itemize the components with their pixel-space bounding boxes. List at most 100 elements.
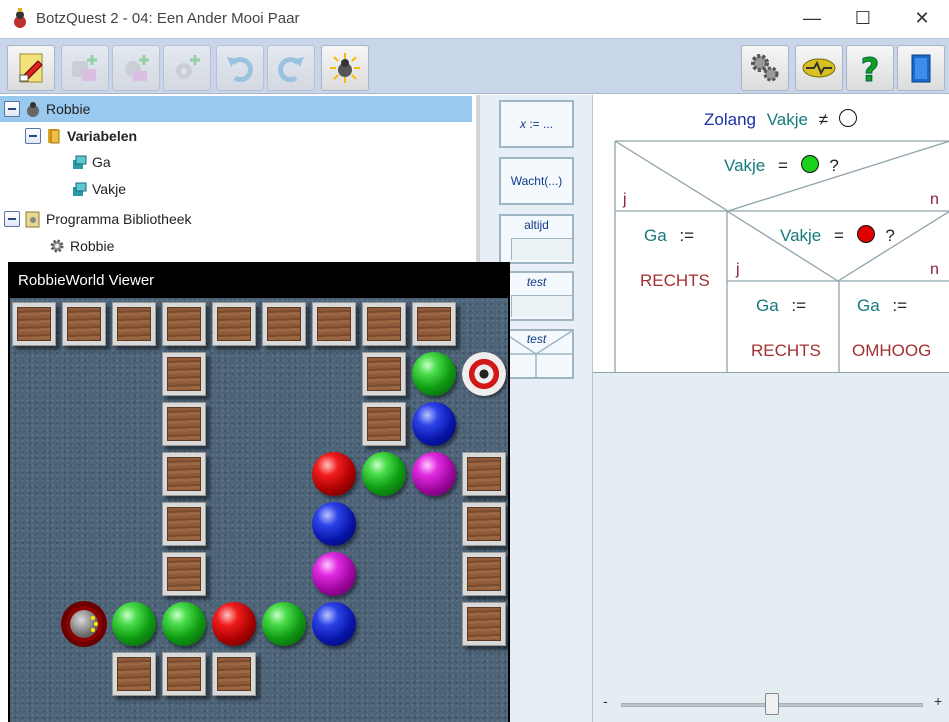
assign-operator: :=: [679, 226, 695, 245]
green-ball: [412, 352, 456, 396]
red-ball: [312, 452, 356, 496]
tree-item-programma-bibliotheek[interactable]: Programma Bibliotheek: [4, 206, 192, 232]
yes-label: j: [736, 261, 740, 278]
assign-ga-rechts-1[interactable]: Ga :=: [644, 226, 694, 246]
add-robot-icon: [72, 55, 97, 81]
add-procedure-button[interactable]: [112, 45, 160, 91]
settings-button[interactable]: [741, 45, 789, 91]
robbieworld-board: [10, 298, 508, 722]
assign-variable: Ga: [857, 296, 880, 315]
assign-ga-rechts-2[interactable]: Ga :=: [756, 296, 806, 316]
wall-tile: [462, 602, 506, 646]
library-icon: [24, 210, 42, 228]
wall-tile: [112, 302, 156, 346]
zoom-in-label[interactable]: +: [934, 693, 942, 709]
app-logo-icon: [14, 8, 26, 28]
assign-ga-omhoog[interactable]: Ga :=: [857, 296, 907, 316]
condition-question: ?: [829, 156, 839, 175]
zoom-slider-thumb[interactable]: [765, 693, 779, 715]
add-robot-button[interactable]: [61, 45, 109, 91]
condition-variable: Vakje: [724, 156, 766, 175]
tree-item-ga[interactable]: Ga: [70, 149, 111, 175]
assign-op-label: := ...: [529, 117, 554, 131]
while-loop-block[interactable]: test: [499, 271, 574, 321]
wall-tile: [162, 652, 206, 696]
botzquest-app: BotzQuest 2 - 04: Een Ander Mooi Paar — …: [0, 0, 949, 722]
wall-tile: [12, 302, 56, 346]
tree-item-robbie[interactable]: Robbie: [0, 96, 472, 122]
run-button[interactable]: [321, 45, 369, 91]
exit-button[interactable]: [897, 45, 945, 91]
assign-var-label: x: [519, 117, 526, 131]
collapse-toggle[interactable]: [4, 211, 20, 227]
wall-tile: [212, 302, 256, 346]
wall-tile: [362, 352, 406, 396]
undo-button[interactable]: [216, 45, 264, 91]
add-function-icon: [176, 55, 200, 79]
tree-item-vakje[interactable]: Vakje: [70, 176, 126, 202]
title-bar: BotzQuest 2 - 04: Een Ander Mooi Paar — …: [0, 0, 949, 38]
redo-button[interactable]: [267, 45, 315, 91]
wall-tile: [62, 302, 106, 346]
assign-value: OMHOOG: [852, 341, 932, 360]
condition-green[interactable]: Vakje = ?: [724, 155, 839, 176]
assign-operator: :=: [892, 296, 908, 315]
minimize-button[interactable]: —: [787, 0, 837, 36]
help-button[interactable]: ?: [846, 45, 894, 91]
zoom-out-label[interactable]: -: [603, 693, 608, 709]
svg-text:?: ?: [861, 51, 880, 85]
blue-ball: [412, 402, 456, 446]
wall-tile: [162, 402, 206, 446]
no-label: n: [930, 191, 939, 208]
collapse-toggle[interactable]: [4, 101, 20, 117]
wall-tile: [462, 502, 506, 546]
close-button[interactable]: ✕: [897, 0, 947, 36]
tree-item-label: Variabelen: [67, 128, 138, 144]
assign-statement-block[interactable]: x := ...: [499, 100, 574, 148]
variable-icon: [70, 180, 88, 198]
no-label: n: [930, 261, 939, 278]
red-color-dot: [856, 225, 875, 243]
robot-library-button[interactable]: [795, 45, 843, 91]
exit-icon: [911, 54, 931, 83]
assign-operator: :=: [791, 296, 807, 315]
wall-tile: [362, 402, 406, 446]
blue-ball: [312, 502, 356, 546]
redo-icon: [278, 57, 304, 83]
program-tree: Robbie Variabelen Ga Vakje Programma Bib…: [0, 95, 476, 265]
target-icon: [462, 352, 506, 396]
if-statement-block[interactable]: test: [499, 329, 574, 379]
gear-icon: [48, 237, 66, 255]
assign-variable: Ga: [644, 226, 667, 245]
undo-icon: [227, 57, 253, 83]
wait-statement-block[interactable]: Wacht(...): [499, 157, 574, 205]
tree-item-variabelen[interactable]: Variabelen: [25, 123, 137, 149]
collapse-toggle[interactable]: [25, 128, 41, 144]
assign-variable: Ga: [756, 296, 779, 315]
while-header[interactable]: Zolang Vakje ≠: [704, 109, 857, 130]
toolbar: ?: [0, 38, 949, 94]
always-loop-block[interactable]: altijd: [499, 214, 574, 264]
tree-item-label: Robbie: [46, 101, 91, 117]
zoom-bar: - +: [592, 685, 949, 722]
robbie-robot-icon: [61, 601, 107, 647]
green-ball: [112, 602, 156, 646]
assign-value: RECHTS: [640, 271, 710, 290]
wall-tile: [462, 452, 506, 496]
maximize-button[interactable]: ☐: [838, 0, 888, 36]
test-label: test: [526, 332, 547, 346]
add-function-button[interactable]: [163, 45, 211, 91]
run-icon: [330, 53, 360, 83]
while-keyword: Zolang: [704, 110, 756, 129]
condition-operator: =: [834, 226, 844, 245]
wall-tile: [162, 502, 206, 546]
new-program-button[interactable]: [7, 45, 55, 91]
folder-icon: [45, 127, 63, 145]
tree-item-label: Vakje: [92, 181, 126, 197]
settings-icon: [751, 54, 779, 82]
wall-tile: [462, 552, 506, 596]
condition-variable: Vakje: [780, 226, 822, 245]
tree-item-label: Robbie: [70, 238, 115, 254]
tree-item-robbie-procedure[interactable]: Robbie: [48, 233, 114, 259]
condition-red[interactable]: Vakje = ?: [780, 225, 895, 246]
